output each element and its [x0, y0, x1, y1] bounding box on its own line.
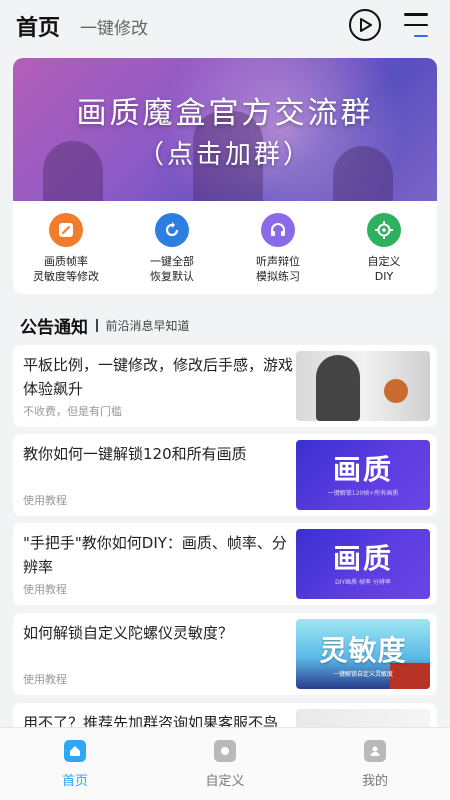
thumbnail-caption: 一键解锁自定义灵敏度 [332, 671, 393, 678]
one-click-modify-link[interactable]: 一键修改 [80, 14, 148, 39]
thumbnail-title: 灵敏度 [319, 634, 407, 667]
tool-label: 画质帧率 [44, 255, 88, 268]
hero-card: 画质魔盒官方交流群 （点击加群） 画质帧率灵敏度等修改 一键全部恢复默认 听声辩… [13, 58, 437, 294]
tool-grid: 画质帧率灵敏度等修改 一键全部恢复默认 听声辩位模拟练习 自定义 DIY [13, 201, 437, 294]
article-thumbnail: 画质 DIY画质 帧率 分辨率 [296, 529, 430, 599]
article-meta: 使用教程 [23, 494, 67, 507]
article-title: 如何解锁自定义陀螺仪灵敏度？ [23, 624, 234, 642]
article-thumbnail [296, 351, 430, 421]
section-description: 前沿消息早知道 [105, 318, 190, 333]
thumbnail-caption: 一键解锁120帧+所有画质 [327, 490, 399, 497]
tool-label: 自定义 [367, 255, 401, 268]
article-card[interactable]: 教你如何一键解锁120和所有画质 使用教程 画质 一键解锁120帧+所有画质 [13, 434, 437, 516]
menu-icon [404, 13, 428, 16]
divider [96, 318, 98, 332]
article-meta: 使用教程 [23, 673, 67, 686]
tab-home[interactable]: 首页 [0, 728, 150, 800]
custom-icon [214, 740, 236, 762]
section-title: 公告通知 [20, 317, 88, 338]
article-card[interactable]: 平板比例，一键修改，修改后手感，游戏体验飙升 不收费，但是有门槛 [13, 345, 437, 427]
refresh-icon [155, 213, 189, 247]
article-thumbnail: 画质 一键解锁120帧+所有画质 [296, 440, 430, 510]
article-meta: 不收费，但是有门槛 [23, 405, 122, 418]
article-thumbnail: 灵敏度 一键解锁自定义灵敏度 [296, 619, 430, 689]
thumbnail-title: 画质 [332, 453, 393, 486]
article-title: "手把手"教你如何DIY：画质、帧率、分辨率 [23, 534, 287, 576]
tab-label: 首页 [61, 774, 88, 789]
edit-icon [49, 213, 83, 247]
article-card[interactable]: 如何解锁自定义陀螺仪灵敏度？ 使用教程 灵敏度 一键解锁自定义灵敏度 [13, 613, 437, 695]
play-icon [360, 18, 372, 32]
tab-label: 自定义 [205, 774, 245, 789]
tool-sound-practice[interactable]: 听声辩位 模拟练习 [225, 201, 331, 294]
tool-label: 模拟练习 [256, 270, 300, 283]
play-button[interactable] [349, 9, 381, 41]
menu-button[interactable] [404, 13, 428, 37]
bottom-tab-bar: 首页 自定义 我的 [0, 727, 450, 800]
banner-title: 画质魔盒官方交流群 [76, 96, 374, 131]
tab-custom[interactable]: 自定义 [150, 728, 300, 800]
tool-reset-default[interactable]: 一键全部 恢复默认 [119, 201, 225, 294]
tool-label: 恢复默认 [150, 270, 194, 283]
tool-label: 听声辩位 [256, 255, 300, 268]
crosshair-icon [367, 213, 401, 247]
home-icon [64, 740, 86, 762]
join-group-banner[interactable]: 画质魔盒官方交流群 （点击加群） [13, 58, 437, 201]
tool-label: 灵敏度等修改 [33, 270, 99, 283]
tab-label: 我的 [361, 774, 388, 789]
tool-quality-fps[interactable]: 画质帧率灵敏度等修改 [13, 201, 119, 294]
announcement-header: 公告通知 前沿消息早知道 [20, 312, 190, 338]
page-title: 首页 [16, 16, 61, 41]
headphones-icon [261, 213, 295, 247]
tab-mine[interactable]: 我的 [300, 728, 450, 800]
article-title: 平板比例，一键修改，修改后手感，游戏体验飙升 [23, 356, 294, 398]
thumbnail-title: 画质 [332, 542, 393, 575]
article-card[interactable]: "手把手"教你如何DIY：画质、帧率、分辨率 使用教程 画质 DIY画质 帧率 … [13, 523, 437, 605]
tool-label: 一键全部 [150, 255, 194, 268]
tool-custom-diy[interactable]: 自定义 DIY [331, 201, 437, 294]
user-icon [364, 740, 386, 762]
thumbnail-caption: DIY画质 帧率 分辨率 [335, 579, 391, 586]
tool-label: DIY [374, 270, 394, 283]
article-meta: 使用教程 [23, 583, 67, 596]
article-title: 教你如何一键解锁120和所有画质 [23, 445, 247, 463]
banner-subtitle: （点击加群） [137, 140, 312, 170]
app-header: 首页 一键修改 [0, 0, 450, 52]
